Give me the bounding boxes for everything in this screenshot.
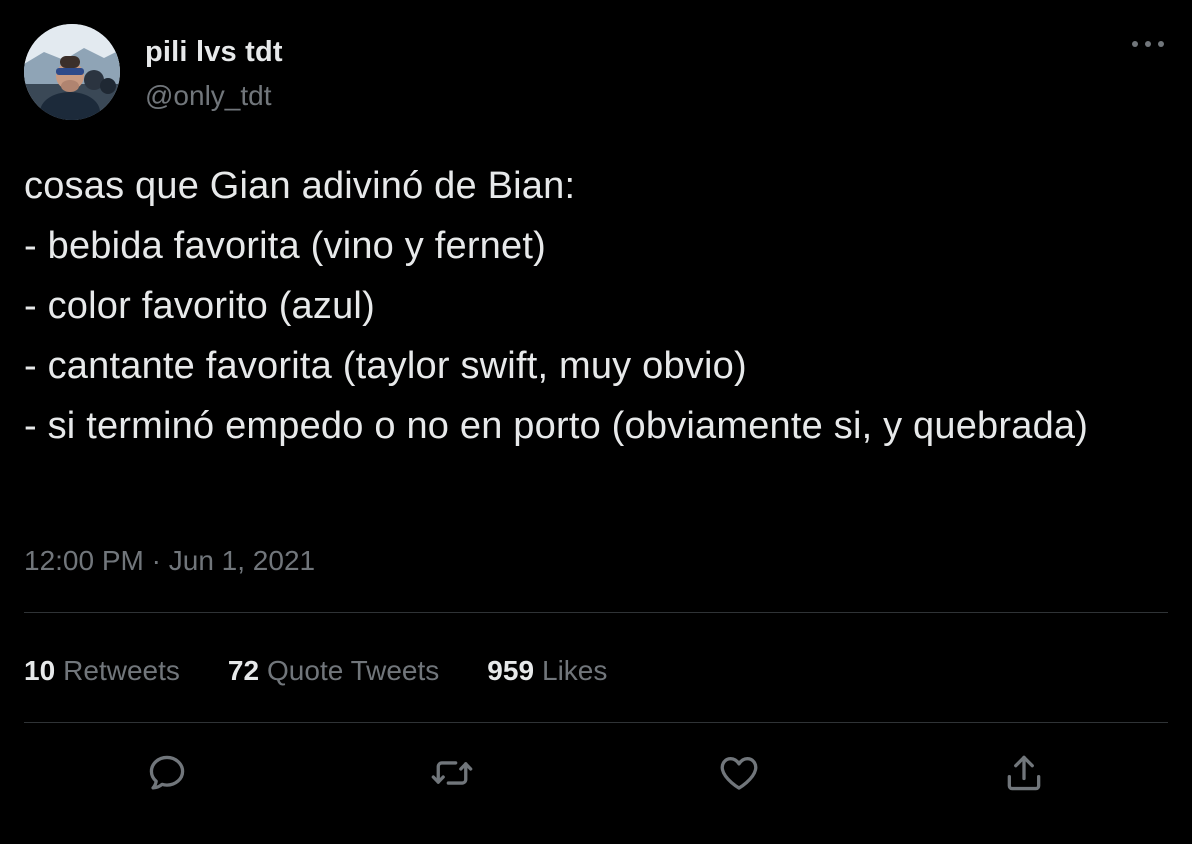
retweet-button[interactable]: [425, 746, 479, 800]
divider: [24, 722, 1168, 723]
tweet-stats: 10 Retweets 72 Quote Tweets 959 Likes: [24, 654, 607, 688]
heart-icon: [720, 757, 758, 790]
user-handle[interactable]: @only_tdt: [145, 80, 283, 112]
quote-tweets-label: Quote Tweets: [267, 655, 440, 686]
tweet-actions: [0, 746, 1192, 800]
tweet-text: cosas que Gian adivinó de Bian: - bebida…: [24, 165, 1089, 447]
avatar-photo: [24, 24, 120, 120]
quote-tweets-stat[interactable]: 72 Quote Tweets: [228, 654, 439, 688]
display-name[interactable]: pili lvs tdt: [145, 36, 283, 68]
more-icon: [1132, 41, 1164, 47]
tweet-date[interactable]: Jun 1, 2021: [169, 545, 315, 576]
retweets-count: 10: [24, 655, 56, 686]
retweets-stat[interactable]: 10 Retweets: [24, 654, 180, 688]
likes-count: 959: [487, 655, 535, 686]
share-button[interactable]: [997, 746, 1051, 800]
divider: [24, 612, 1168, 613]
author-info: pili lvs tdt @only_tdt: [145, 36, 283, 112]
retweet-icon: [431, 761, 473, 785]
reply-button[interactable]: [140, 746, 194, 800]
tweet: pili lvs tdt @only_tdt cosas que Gian ad…: [0, 0, 1192, 844]
like-button[interactable]: [712, 746, 766, 800]
tweet-timestamp: 12:00 PM · Jun 1, 2021: [24, 544, 315, 578]
more-options-button[interactable]: [1124, 28, 1172, 60]
likes-stat[interactable]: 959 Likes: [487, 654, 607, 688]
retweets-label: Retweets: [63, 655, 180, 686]
avatar[interactable]: [24, 24, 120, 120]
likes-label: Likes: [542, 655, 608, 686]
share-icon: [1007, 755, 1041, 791]
timestamp-separator: ·: [151, 545, 161, 576]
quote-tweets-count: 72: [227, 655, 260, 686]
reply-icon: [149, 755, 185, 790]
tweet-time[interactable]: 12:00 PM: [24, 545, 144, 576]
